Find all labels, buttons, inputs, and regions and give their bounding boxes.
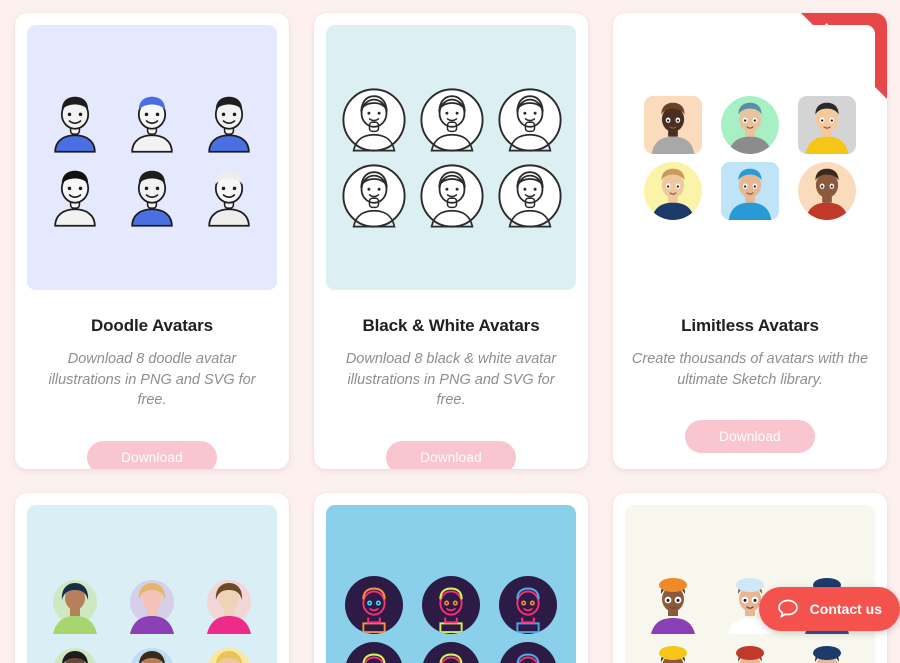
avatar-illustration bbox=[199, 642, 259, 663]
avatar-preview-grid bbox=[625, 95, 875, 220]
avatar-illustration bbox=[344, 575, 403, 634]
avatar-illustration bbox=[798, 95, 857, 154]
card-grid: Doodle Avatars Download 8 doodle avatar i… bbox=[15, 13, 887, 663]
avatar-illustration bbox=[45, 574, 105, 634]
chat-label: Contact us bbox=[809, 601, 882, 617]
avatar-illustration bbox=[797, 642, 857, 663]
avatar-illustration bbox=[208, 96, 251, 153]
download-button[interactable]: Download bbox=[87, 440, 217, 469]
avatar-illustration bbox=[45, 642, 105, 663]
card-action-row: Download bbox=[625, 420, 875, 454]
avatar-preview-grid bbox=[27, 88, 277, 228]
avatar-illustration bbox=[131, 96, 173, 153]
avatar-card-illustrated-avatars[interactable] bbox=[15, 493, 289, 663]
card-title: Limitless Avatars bbox=[681, 316, 819, 335]
card-title: Black & White Avatars bbox=[362, 316, 540, 335]
avatar-illustration bbox=[131, 170, 173, 227]
avatar-illustration bbox=[53, 96, 96, 153]
avatar-preview-grid bbox=[27, 574, 277, 663]
avatar-illustration bbox=[720, 161, 779, 220]
contact-us-chat-button[interactable]: Contact us bbox=[758, 587, 900, 631]
card-description: Download 8 black & white avatar illustra… bbox=[345, 351, 557, 409]
card-description: Create thousands of avatars with the ult… bbox=[631, 351, 869, 388]
avatar-illustration bbox=[421, 641, 480, 663]
avatar-illustration bbox=[122, 642, 182, 663]
download-button[interactable]: Download bbox=[386, 440, 516, 469]
avatar-illustration bbox=[344, 641, 403, 663]
avatar-illustration bbox=[643, 161, 702, 220]
avatar-card-black-white-avatars[interactable]: Black & White Avatars Download 8 black & … bbox=[314, 13, 588, 469]
avatar-illustration bbox=[208, 170, 251, 227]
avatar-illustration bbox=[498, 163, 562, 228]
avatar-illustration bbox=[420, 163, 484, 228]
avatar-illustration bbox=[643, 95, 702, 154]
card-thumbnail[interactable] bbox=[625, 25, 875, 290]
avatar-illustration bbox=[342, 163, 406, 228]
avatar-illustration bbox=[421, 575, 480, 634]
card-action-row: Download bbox=[27, 440, 277, 469]
card-description: Download 8 doodle avatar illustrations i… bbox=[48, 351, 256, 409]
avatar-illustration bbox=[798, 161, 857, 220]
avatar-card-profession-avatars[interactable] bbox=[613, 493, 887, 663]
avatar-illustration bbox=[122, 574, 182, 634]
avatar-illustration bbox=[720, 95, 779, 154]
avatar-illustration bbox=[499, 575, 558, 634]
avatar-illustration bbox=[53, 170, 96, 227]
avatar-preview-grid bbox=[326, 86, 576, 230]
avatar-illustration bbox=[720, 642, 780, 663]
card-thumbnail[interactable] bbox=[625, 505, 875, 663]
download-button[interactable]: Download bbox=[685, 420, 815, 454]
card-thumbnail[interactable] bbox=[27, 25, 277, 290]
card-thumbnail[interactable] bbox=[27, 505, 277, 663]
card-title: Doodle Avatars bbox=[90, 316, 214, 335]
avatar-card-neon-avatars[interactable] bbox=[314, 493, 588, 663]
avatar-illustration bbox=[199, 574, 259, 634]
avatar-illustration bbox=[420, 87, 484, 152]
avatar-card-doodle-avatars[interactable]: Doodle Avatars Download 8 doodle avatar i… bbox=[15, 13, 289, 469]
chat-bubble-icon bbox=[775, 596, 801, 622]
avatar-illustration bbox=[342, 87, 406, 152]
avatar-card-limitless-avatars[interactable]: PREMIUMLimitless AvatarsCreate thousands… bbox=[613, 13, 887, 469]
avatar-illustration bbox=[643, 642, 703, 663]
avatar-illustration bbox=[499, 641, 558, 663]
avatar-illustration bbox=[643, 574, 703, 634]
card-action-row: Download bbox=[326, 440, 576, 469]
avatar-preview-grid bbox=[326, 575, 576, 663]
avatar-illustration bbox=[498, 87, 562, 152]
card-thumbnail[interactable] bbox=[326, 505, 576, 663]
card-thumbnail[interactable] bbox=[326, 25, 576, 290]
avatar-gallery-page: Doodle Avatars Download 8 doodle avatar i… bbox=[0, 0, 900, 663]
